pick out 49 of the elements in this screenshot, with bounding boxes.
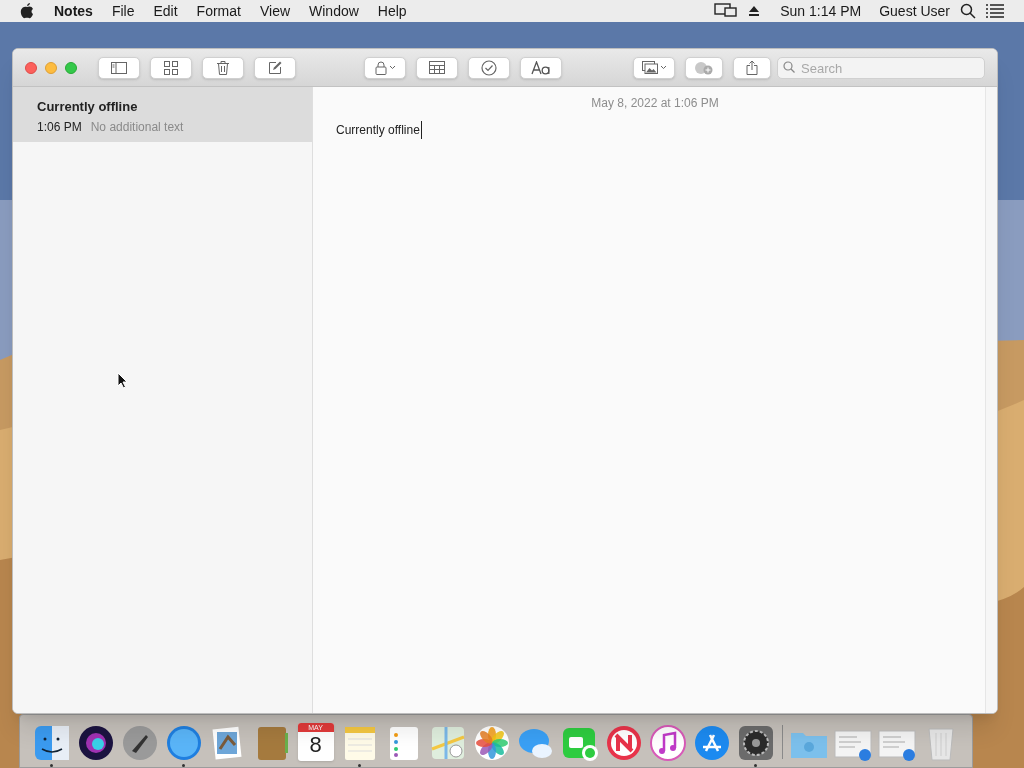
sidebar-icon (111, 61, 127, 74)
mouse-pointer-icon (117, 372, 128, 389)
note-body[interactable]: Currently offline (336, 121, 422, 139)
grid-icon (164, 60, 178, 75)
menu-item[interactable]: Window (309, 0, 359, 22)
delete-button[interactable] (202, 56, 244, 79)
sidebar-button[interactable] (98, 56, 140, 79)
music-note-icon[interactable] (647, 723, 688, 763)
checklist-button[interactable] (468, 56, 510, 79)
gallery-button[interactable] (150, 56, 192, 79)
close-button[interactable] (25, 61, 37, 74)
search-icon[interactable] (960, 3, 976, 19)
trash-icon (217, 60, 229, 75)
chevron-icon (659, 65, 667, 70)
photos-icon (641, 61, 658, 74)
table-button[interactable] (416, 56, 458, 79)
note-time: 1:06 PM (37, 118, 82, 136)
apple-icon[interactable] (20, 3, 34, 19)
lock-icon (374, 60, 387, 75)
menu-item[interactable]: Format (196, 0, 241, 22)
share-icon (746, 60, 758, 75)
menu-item[interactable]: Help (377, 0, 407, 22)
table-icon (429, 61, 445, 74)
menu-icon[interactable] (986, 4, 1004, 18)
lock-button[interactable] (364, 56, 406, 79)
format-button[interactable] (520, 56, 562, 79)
search-field[interactable]: Search (777, 57, 985, 79)
share-button[interactable] (733, 56, 771, 79)
menu-item[interactable]: File (111, 0, 135, 22)
calendar-day: 8 (309, 732, 322, 758)
note-date: May 8, 2022 at 1:06 PM (591, 95, 719, 112)
menu-item[interactable]: View (259, 0, 291, 22)
menu-item[interactable]: Notes (54, 0, 93, 22)
compose-icon (268, 60, 282, 75)
note-preview: No additional text (90, 118, 184, 136)
search-icon (783, 60, 795, 73)
note-title: Currently offline (37, 98, 139, 116)
screen-mirroring-icon[interactable] (714, 3, 739, 19)
media-button[interactable] (633, 56, 675, 79)
chevron-icon (388, 65, 396, 70)
checkmark-icon (481, 59, 497, 76)
compose-button[interactable] (254, 56, 296, 79)
note-item[interactable]: Currently offline 1:06 PM No additional text (13, 87, 312, 142)
font-icon (531, 60, 551, 75)
clock[interactable]: Sun 1:14 PM (780, 0, 862, 22)
person-add-icon (694, 60, 714, 75)
eject-icon[interactable] (748, 5, 761, 17)
menu-item[interactable]: Edit (153, 0, 178, 22)
user-name[interactable]: Guest User (879, 0, 950, 22)
